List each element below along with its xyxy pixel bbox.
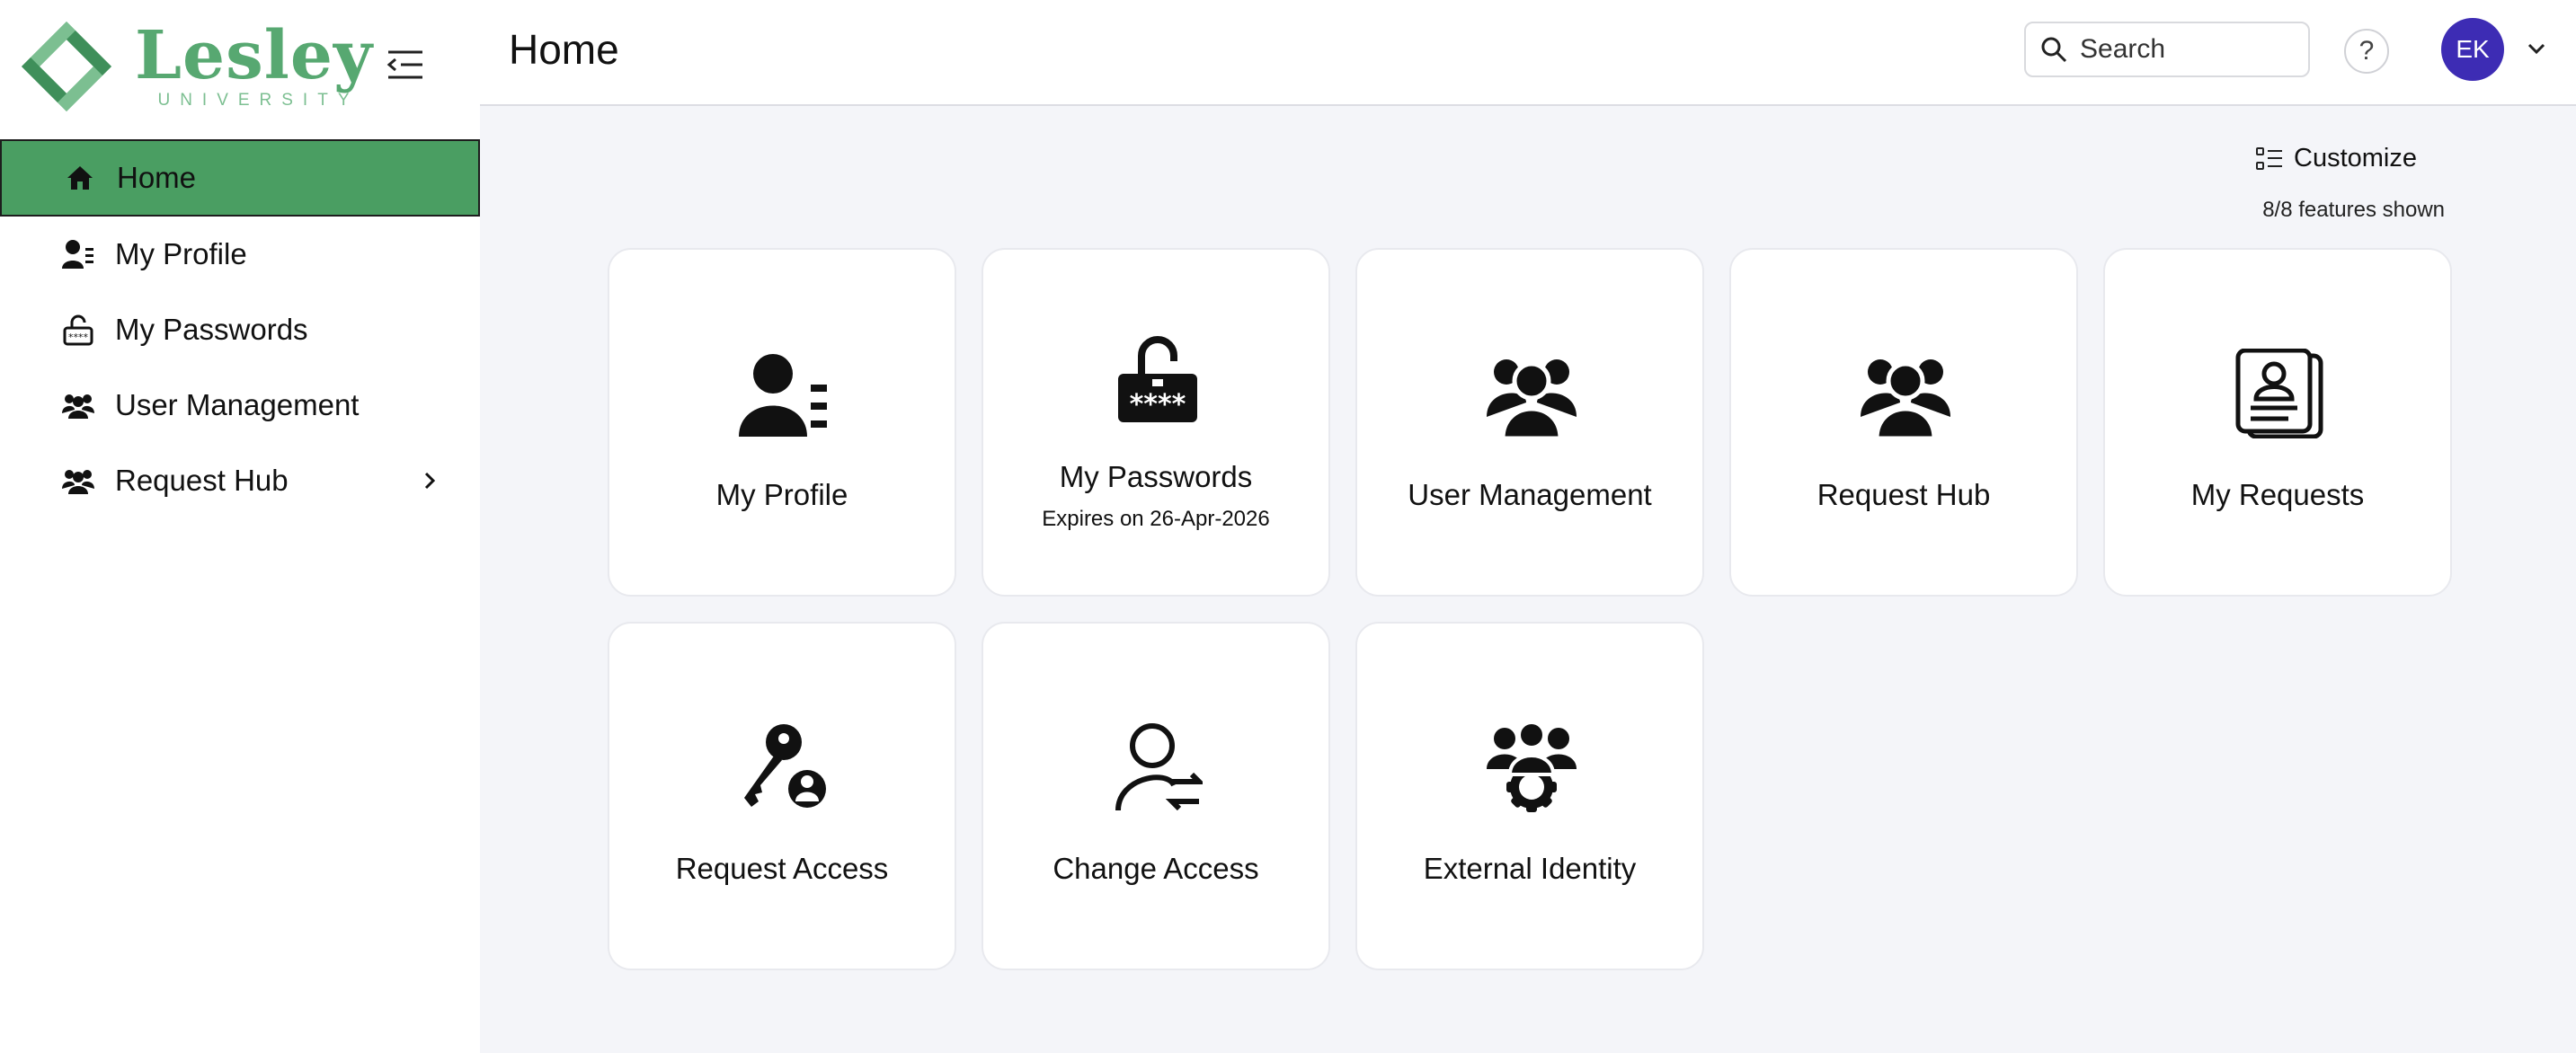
users-gear-icon: [1487, 722, 1577, 812]
sidebar-item-label: Home: [117, 161, 197, 194]
tile-my-profile[interactable]: My Profile: [608, 248, 956, 597]
search-icon: [2041, 37, 2067, 63]
user-menu-chevron-down-icon[interactable]: [2526, 40, 2547, 58]
top-header: Home ? EK: [480, 0, 2576, 106]
tile-label: Request Access: [675, 852, 889, 885]
tile-request-access[interactable]: Request Access: [608, 622, 956, 970]
tile-my-passwords[interactable]: **** My Passwords Expires on 26-Apr-2026: [982, 248, 1330, 597]
user-avatar[interactable]: EK: [2441, 18, 2504, 81]
tile-label: My Profile: [715, 478, 848, 511]
svg-text:****: ****: [1130, 389, 1186, 420]
search-box[interactable]: [2024, 22, 2310, 77]
sidebar-item-user-management[interactable]: User Management: [0, 367, 480, 443]
sidebar-item-request-hub[interactable]: Request Hub: [0, 443, 480, 518]
password-expiry-text: Expires on 26-Apr-2026: [1042, 507, 1270, 531]
customize-button[interactable]: Customize: [2256, 144, 2417, 173]
tile-label: User Management: [1408, 478, 1652, 511]
tile-my-requests[interactable]: My Requests: [2103, 248, 2452, 597]
customize-label: Customize: [2294, 144, 2417, 173]
lesley-logo-mark-icon: [22, 22, 111, 111]
logo-wordmark: Lesley: [135, 17, 373, 94]
tile-label: My Passwords: [1059, 460, 1253, 493]
logo-subtitle: UNIVERSITY: [157, 91, 360, 110]
password-icon: ****: [61, 313, 95, 347]
sidebar-item-my-profile[interactable]: My Profile: [0, 217, 480, 292]
tile-label: External Identity: [1423, 852, 1637, 885]
features-shown-count: 8/8 features shown: [2262, 198, 2445, 222]
svg-text:****: ****: [68, 332, 89, 343]
collapse-menu-icon: [386, 50, 422, 79]
home-icon: [63, 161, 97, 195]
profile-icon: [739, 354, 827, 437]
requests-card-icon: [2235, 349, 2323, 438]
chevron-right-icon[interactable]: [417, 466, 442, 495]
tile-user-management[interactable]: User Management: [1355, 248, 1704, 597]
help-button[interactable]: ?: [2344, 29, 2389, 74]
university-logo[interactable]: Lesley UNIVERSITY: [20, 20, 373, 113]
sidebar-item-home[interactable]: Home: [0, 139, 480, 217]
sidebar-item-my-passwords[interactable]: **** My Passwords: [0, 292, 480, 367]
tile-label: Request Hub: [1817, 478, 1991, 511]
tile-change-access[interactable]: Change Access: [982, 622, 1330, 970]
customize-list-icon: [2256, 146, 2282, 170]
sidebar-item-label: User Management: [115, 388, 360, 421]
sidebar-nav: Home My Profile **** My Passwords User M…: [0, 139, 480, 518]
collapse-sidebar-button[interactable]: [385, 49, 424, 81]
sidebar: Lesley UNIVERSITY Home My Profile **** M…: [0, 0, 480, 1053]
sidebar-item-label: My Profile: [115, 237, 247, 270]
user-swap-icon: [1115, 723, 1203, 811]
unlocked-password-icon: ****: [1118, 336, 1197, 422]
tile-external-identity[interactable]: External Identity: [1355, 622, 1704, 970]
page-title: Home: [509, 26, 619, 73]
tile-label: My Requests: [2190, 478, 2365, 511]
key-user-icon: [744, 724, 829, 810]
users-icon: [1487, 359, 1577, 438]
feature-tile-grid: My Profile **** My Passwords Expires on …: [608, 248, 2454, 972]
search-input[interactable]: [2080, 34, 2296, 65]
tile-request-hub[interactable]: Request Hub: [1729, 248, 2078, 597]
users-icon: [1861, 359, 1950, 438]
tile-label: Change Access: [1053, 852, 1259, 885]
sidebar-item-label: Request Hub: [115, 464, 289, 497]
profile-icon: [61, 237, 95, 271]
logo-text: Lesley UNIVERSITY: [135, 22, 373, 111]
sidebar-item-label: My Passwords: [115, 313, 308, 346]
users-icon: [61, 464, 95, 498]
users-icon: [61, 388, 95, 422]
